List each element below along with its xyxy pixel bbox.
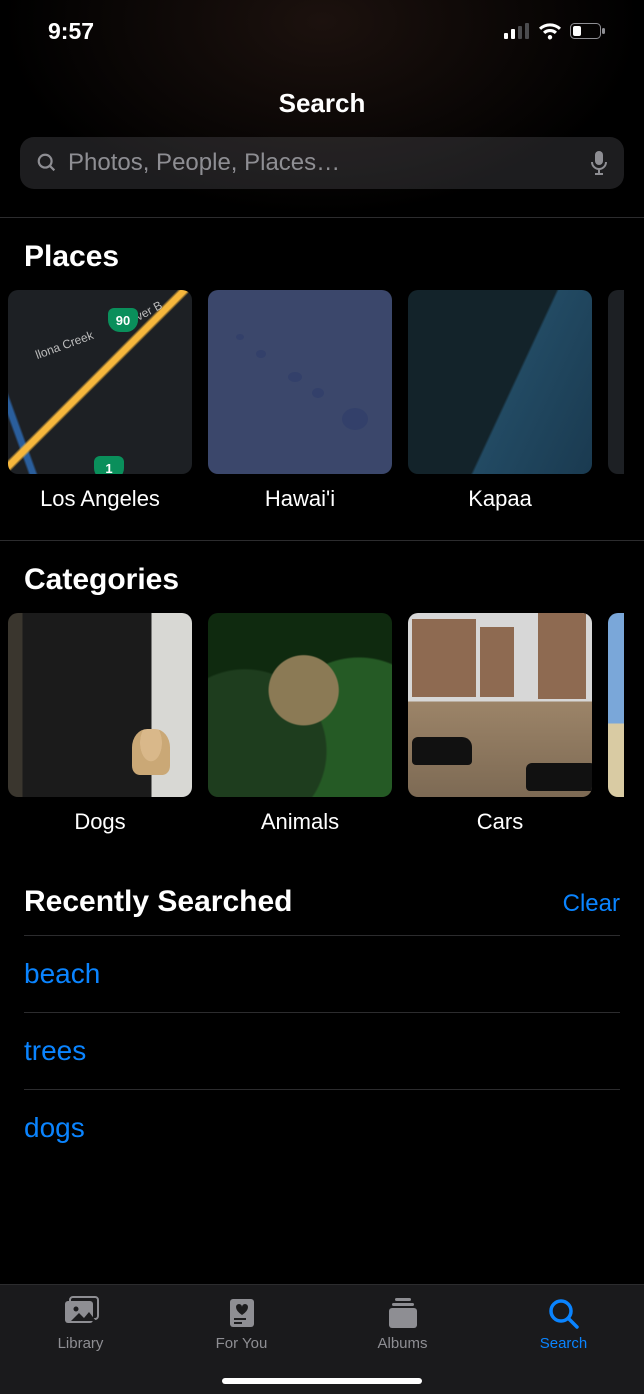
places-section: Places Culver B llona Creek 90 1 Los Ang… (0, 217, 644, 540)
places-scroll[interactable]: Culver B llona Creek 90 1 Los Angeles Ha… (0, 290, 644, 540)
place-card-peek-right[interactable] (608, 290, 624, 512)
place-label: Hawai'i (208, 486, 392, 512)
library-icon (61, 1295, 101, 1331)
place-card-kapaa[interactable]: Kapaa (408, 290, 592, 512)
tab-bar: Library For You Albums Search (0, 1284, 644, 1394)
category-thumbnail (408, 613, 592, 797)
place-label: Kapaa (408, 486, 592, 512)
category-label: Cars (408, 809, 592, 835)
tab-label: Albums (377, 1335, 427, 1352)
tab-label: Search (540, 1335, 588, 1352)
category-label: Animals (208, 809, 392, 835)
category-card-dogs[interactable]: Dogs (8, 613, 192, 835)
recently-searched-section: Recently Searched Clear beach trees dogs (0, 863, 644, 1166)
recent-search-item[interactable]: trees (24, 1012, 620, 1089)
place-card-los-angeles[interactable]: Culver B llona Creek 90 1 Los Angeles (8, 290, 192, 512)
search-input[interactable] (68, 149, 580, 177)
place-card-hawaii[interactable]: Hawai'i (208, 290, 392, 512)
category-card-cars[interactable]: Cars (408, 613, 592, 835)
recent-search-item[interactable]: beach (24, 935, 620, 1012)
recent-list: beach trees dogs (0, 935, 644, 1166)
category-card-animals[interactable]: Animals (208, 613, 392, 835)
places-title: Places (24, 240, 119, 274)
clear-button[interactable]: Clear (563, 890, 620, 918)
battery-icon (570, 23, 606, 39)
category-thumbnail (8, 613, 192, 797)
category-label: Dogs (8, 809, 192, 835)
status-time: 9:57 (48, 18, 94, 45)
for-you-icon (222, 1295, 262, 1331)
search-icon (36, 152, 58, 174)
route-shield-icon: 90 (108, 308, 138, 332)
cellular-icon (504, 23, 530, 39)
categories-title: Categories (24, 563, 179, 597)
categories-scroll[interactable]: Dogs Animals Cars (0, 613, 644, 863)
category-thumbnail (208, 613, 392, 797)
tab-label: For You (216, 1335, 268, 1352)
tab-library[interactable]: Library (0, 1295, 161, 1394)
status-indicators (504, 22, 606, 40)
categories-section: Categories Dogs Animals Cars (0, 540, 644, 863)
recent-search-item[interactable]: dogs (24, 1089, 620, 1166)
home-indicator[interactable] (222, 1378, 422, 1384)
wifi-icon (538, 22, 562, 40)
map-thumbnail (408, 290, 592, 474)
map-thumbnail: Culver B llona Creek 90 1 (8, 290, 192, 474)
place-label: Los Angeles (8, 486, 192, 512)
route-shield-icon: 1 (94, 456, 124, 474)
status-bar: 9:57 (0, 0, 644, 50)
recently-searched-title: Recently Searched (24, 885, 292, 919)
search-bar[interactable] (20, 137, 624, 189)
map-thumbnail (208, 290, 392, 474)
albums-icon (383, 1295, 423, 1331)
tab-search[interactable]: Search (483, 1295, 644, 1394)
page-title: Search (0, 88, 644, 119)
tab-label: Library (58, 1335, 104, 1352)
microphone-icon[interactable] (590, 150, 608, 176)
category-card-peek-right[interactable] (608, 613, 624, 835)
search-icon (544, 1295, 584, 1331)
